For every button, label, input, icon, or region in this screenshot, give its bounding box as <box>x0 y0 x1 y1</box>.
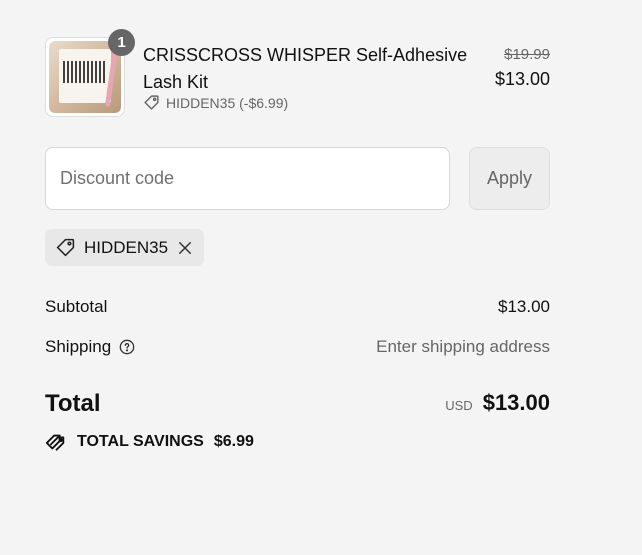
shipping-label: Shipping <box>45 337 112 356</box>
savings-amount: $6.99 <box>213 433 254 450</box>
quantity-badge: 1 <box>108 29 135 56</box>
cart-line-item: 1 CRISSCROSS WHISPER Self-Adhesive Lash … <box>45 29 550 117</box>
subtotal-value: $13.00 <box>498 297 550 316</box>
savings-label: TOTAL SAVINGS <box>77 433 204 450</box>
item-discount-line: HIDDEN35 (-$6.99) <box>143 94 288 111</box>
total-amount: $13.00 <box>482 390 550 415</box>
shipping-row: Shipping Enter shipping address <box>45 337 550 357</box>
total-label: Total <box>45 390 101 417</box>
subtotal-row: Subtotal $13.00 <box>45 297 550 317</box>
item-price: $13.00 <box>494 69 550 89</box>
currency-code: USD <box>445 398 473 413</box>
apply-button[interactable]: Apply <box>469 147 550 210</box>
tag-icon <box>56 238 75 257</box>
product-title: CRISSCROSS WHISPER Self-Adhesive Lash Ki… <box>143 45 468 92</box>
total-savings: TOTAL SAVINGS $6.99 <box>45 431 254 453</box>
item-discount-text: HIDDEN35 (-$6.99) <box>166 94 289 111</box>
shipping-value: Enter shipping address <box>376 337 550 356</box>
tag-icon <box>144 95 159 110</box>
discount-code-input[interactable] <box>45 147 450 210</box>
total-row: Total USD $13.00 <box>45 390 550 420</box>
subtotal-label: Subtotal <box>45 297 108 316</box>
close-icon[interactable] <box>176 239 194 257</box>
product-thumbnail: 1 <box>45 29 135 117</box>
product-image <box>49 41 121 113</box>
original-price: $19.99 <box>504 46 550 63</box>
savings-tag-icon <box>45 434 65 451</box>
help-icon[interactable] <box>119 339 135 355</box>
applied-discount-chip: HIDDEN35 <box>45 229 205 266</box>
applied-code-label: HIDDEN35 <box>84 237 169 257</box>
discount-form: Apply <box>45 147 550 210</box>
